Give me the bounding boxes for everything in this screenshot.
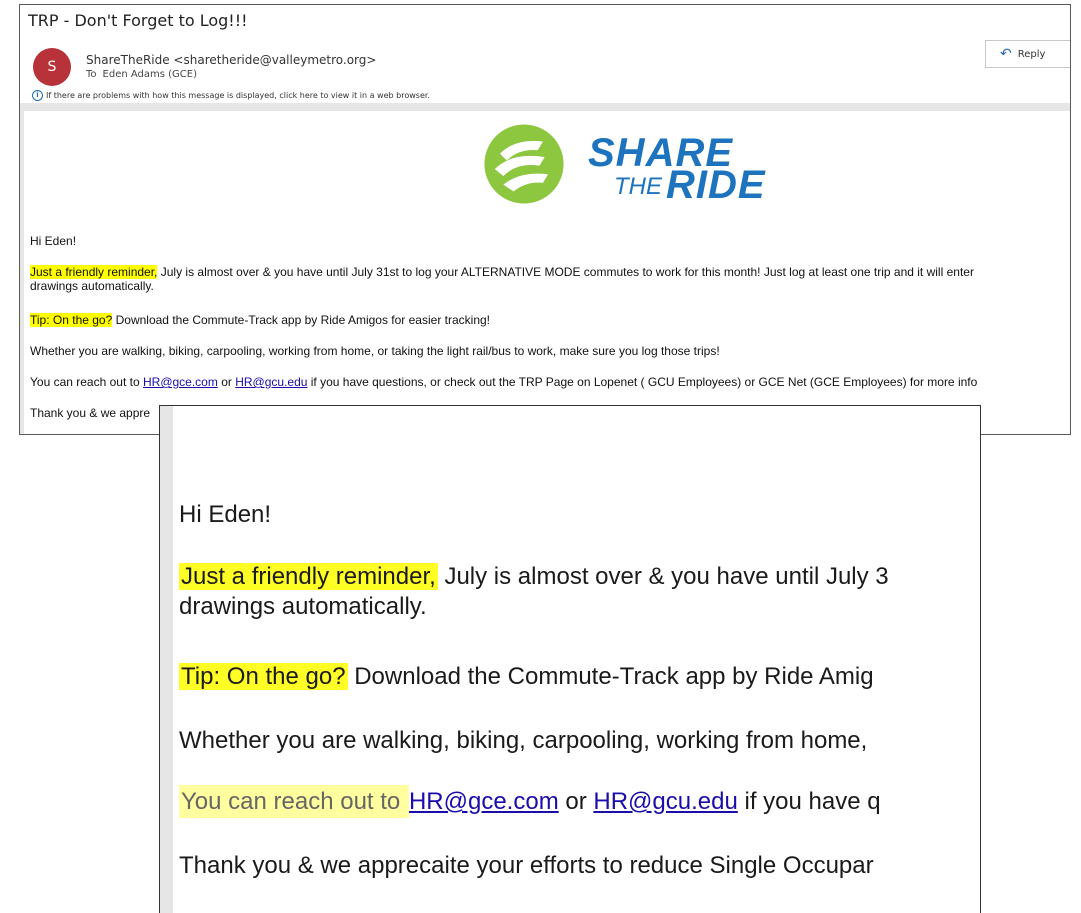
logo-ride-text: RIDE [666, 163, 766, 207]
button-divider [1070, 41, 1071, 67]
zoom-tip-text: Download the Commute-Track app by Ride A… [347, 663, 874, 690]
highlight-tip: Tip: On the go? [30, 313, 113, 327]
zoom-link-hr-gcu[interactable]: HR@gcu.edu [593, 788, 737, 815]
message-top-border [20, 103, 1070, 111]
zoom-greeting: Hi Eden! [179, 501, 272, 528]
email-paragraph-contact: You can reach out to HR@gce.com or HR@gc… [30, 375, 977, 389]
reply-button[interactable]: ↶ Reply [985, 40, 1071, 68]
email-paragraph-reminder: Just a friendly reminder, July is almost… [30, 265, 974, 293]
zoom-highlight-reminder: Just a friendly reminder, [179, 563, 438, 590]
display-info-bar[interactable]: i If there are problems with how this me… [32, 90, 430, 101]
reminder-text: July is almost over & you have until Jul… [157, 265, 974, 279]
zoom-paragraph-modes: Whether you are walking, biking, carpool… [179, 727, 868, 754]
zoomed-excerpt: Hi Eden! Just a friendly reminder, July … [159, 405, 981, 913]
contact-rest: if you have questions, or check out the … [307, 375, 978, 389]
link-hr-gce[interactable]: HR@gce.com [143, 375, 218, 389]
reminder-line2: drawings automatically. [30, 279, 154, 293]
zoom-paragraph-tip: Tip: On the go? Download the Commute-Tra… [179, 663, 874, 691]
reply-arrow-icon: ↶ [1000, 46, 1012, 62]
email-greeting: Hi Eden! [30, 234, 77, 248]
zoom-paragraph-reminder: Just a friendly reminder, July is almost… [179, 563, 889, 621]
link-hr-gcu[interactable]: HR@gcu.edu [235, 375, 307, 389]
email-paragraph-tip: Tip: On the go? Download the Commute-Tra… [30, 313, 490, 327]
recipient-line: To Eden Adams (GCE) [86, 69, 197, 80]
share-the-ride-logo: SHARE THE RIDE [480, 117, 800, 207]
zoom-link-hr-gce[interactable]: HR@gce.com [409, 788, 559, 815]
email-window: TRP - Don't Forget to Log!!! S ShareTheR… [19, 4, 1071, 435]
zoom-paragraph-contact: You can reach out to HR@gce.com or HR@gc… [179, 785, 881, 818]
sender-avatar[interactable]: S [33, 48, 71, 86]
logo-the-text: THE [614, 173, 662, 200]
contact-start: You can reach out to [30, 375, 143, 389]
highlight-reminder: Just a friendly reminder, [30, 265, 158, 279]
email-paragraph-modes: Whether you are walking, biking, carpool… [30, 344, 720, 358]
zoom-reminder-line2: drawings automatically. [179, 593, 427, 620]
zoom-paragraph-thanks: Thank you & we apprecaite your efforts t… [179, 852, 874, 879]
email-subject: TRP - Don't Forget to Log!!! [28, 11, 248, 30]
zoom-contact-rest: if you have q [737, 788, 881, 815]
zoom-reminder-text: July is almost over & you have until Jul… [437, 563, 889, 590]
sender-name[interactable]: ShareTheRide <sharetheride@valleymetro.o… [86, 53, 376, 67]
recipient-name[interactable]: Eden Adams (GCE) [103, 69, 197, 80]
zoom-highlight-tip: Tip: On the go? [179, 663, 348, 690]
contact-or: or [217, 375, 236, 389]
message-left-border [20, 111, 24, 434]
to-label: To [86, 69, 97, 80]
display-info-text[interactable]: If there are problems with how this mess… [46, 91, 430, 100]
info-icon: i [32, 90, 43, 101]
tip-text: Download the Commute-Track app by Ride A… [112, 313, 490, 327]
zoom-contact-or: or [558, 788, 594, 815]
share-the-ride-emblem-icon [484, 124, 564, 204]
zoom-highlight-contact: You can reach out to [179, 785, 409, 818]
email-paragraph-thanks: Thank you & we appre [30, 406, 151, 420]
reply-label: Reply [1017, 48, 1046, 60]
zoom-left-border [160, 406, 173, 913]
